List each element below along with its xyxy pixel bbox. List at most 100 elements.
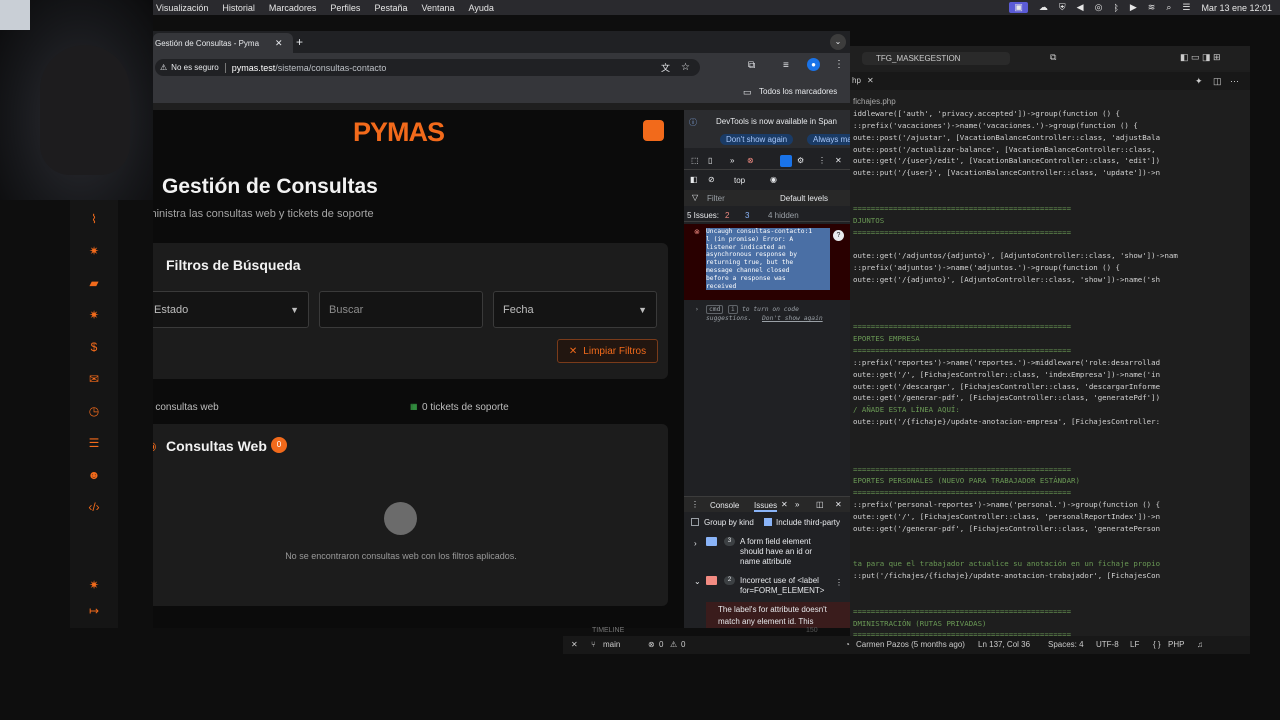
new-tab-button[interactable]: + <box>296 35 303 49</box>
code-line[interactable]: ::prefix('vacaciones')->name('vacaciones… <box>853 121 1138 130</box>
url-bar[interactable]: ⚠ No es seguro pymas.test /sistema/consu… <box>155 59 700 76</box>
mail-icon[interactable]: ✉ <box>86 371 102 387</box>
code-line[interactable]: oute::get('/', [FichajesController::clas… <box>853 370 1160 379</box>
close-tab-icon[interactable]: ✕ <box>867 76 874 85</box>
menu-visualizacion[interactable]: Visualización <box>156 3 208 13</box>
bluetooth-icon[interactable]: ᛒ <box>1113 3 1118 13</box>
media-icon[interactable]: ≡ <box>783 60 789 71</box>
shield-icon[interactable]: ⛨ <box>1059 2 1066 13</box>
tab-active[interactable]: Gestión de Consultas - Pyma ✕ <box>153 33 293 53</box>
clock-icon[interactable]: ◷ <box>86 403 102 419</box>
dollar-icon[interactable]: $ <box>86 339 102 355</box>
more-icon[interactable]: ⋯ <box>1230 76 1239 87</box>
menu-historial[interactable]: Historial <box>222 3 255 13</box>
code-line[interactable]: oute::post('/ajustar', [VacationBalanceC… <box>853 133 1160 142</box>
radio-icon[interactable]: ◎ <box>1095 2 1103 13</box>
tab-issues[interactable]: Issues <box>754 501 778 512</box>
cursor-position[interactable]: Ln 137, Col 36 <box>978 640 1030 649</box>
levels-select[interactable]: Default levels <box>780 194 828 203</box>
fecha-select[interactable]: Fecha ▼ <box>493 291 657 328</box>
code-line[interactable]: DJUNTOS <box>853 216 884 225</box>
code-line[interactable]: ::prefix('reportes')->name('reportes.')-… <box>853 358 1160 367</box>
more-tabs-icon[interactable]: » <box>730 156 734 165</box>
code-line[interactable]: ========================================… <box>853 346 1071 355</box>
code-line[interactable]: ta para que el trabajador actualice su a… <box>853 559 1160 568</box>
control-center-icon[interactable]: ☰ <box>1182 2 1190 13</box>
copilot-icon[interactable]: ⧉ <box>1050 52 1056 63</box>
info-icon[interactable]: ⚠ <box>160 63 167 72</box>
code-line[interactable]: oute::get('/generar-pdf', [FichajesContr… <box>853 393 1160 402</box>
command-center[interactable]: TFG_MASKEGESTION <box>862 52 1010 65</box>
branch-name[interactable]: main <box>603 640 620 649</box>
code-line[interactable]: ========================================… <box>853 322 1071 331</box>
code-line[interactable]: oute::get('/', [FichajesController::clas… <box>853 512 1160 521</box>
run-icon[interactable]: ✦ <box>1195 76 1203 87</box>
indentation[interactable]: Spaces: 4 <box>1048 640 1084 649</box>
encoding[interactable]: UTF-8 <box>1096 640 1119 649</box>
close-tab-icon[interactable]: ✕ <box>275 38 283 49</box>
code-line[interactable]: oute::get('/{adjunto}', [AdjuntoControll… <box>853 275 1160 284</box>
more-tabs-icon[interactable]: » <box>795 500 799 509</box>
clear-filters-button[interactable]: ✕ Limpiar Filtros <box>557 339 658 363</box>
code-line[interactable]: ========================================… <box>853 607 1071 616</box>
menu-ayuda[interactable]: Ayuda <box>469 3 494 13</box>
layout-icons[interactable]: ◧ ▭ ◨ ⊞ <box>1180 52 1221 63</box>
context-select[interactable]: top <box>734 176 745 185</box>
breadcrumb[interactable]: fichajes.php <box>853 97 896 106</box>
group-by-kind-checkbox[interactable] <box>691 518 699 526</box>
code-line[interactable]: oute::get('/descargar', [FichajesControl… <box>853 382 1160 391</box>
estado-select[interactable]: Estado ▼ <box>153 291 309 328</box>
sidebar-toggle-icon[interactable]: ◧ <box>690 175 698 184</box>
code-line[interactable]: oute::get('/{user}/edit', [VacationBalan… <box>853 156 1160 165</box>
code-line[interactable]: ========================================… <box>853 488 1071 497</box>
truck-icon[interactable]: ▰ <box>86 275 102 291</box>
hint-link[interactable]: Don't show again <box>762 315 823 322</box>
code-line[interactable]: oute::get('/adjuntos/{adjunto}', [Adjunt… <box>853 251 1178 260</box>
close-drawer-icon[interactable]: ✕ <box>835 500 842 509</box>
eol[interactable]: LF <box>1130 640 1139 649</box>
code-line[interactable]: oute::get('/generar-pdf', [FichajesContr… <box>853 524 1160 533</box>
drawer-menu-icon[interactable]: ⋮ <box>691 500 699 509</box>
code-line[interactable]: ::prefix('adjuntos')->name('adjuntos.')-… <box>853 263 1120 272</box>
menu-dots-icon[interactable]: ⋮ <box>834 59 844 70</box>
users-icon[interactable]: ☻ <box>86 467 102 483</box>
list-icon[interactable]: ☰ <box>86 435 102 451</box>
code-line[interactable]: DMINISTRACIÓN (RUTAS PRIVADAS) <box>853 619 987 628</box>
error-count-icon[interactable]: ⊗ <box>747 156 754 165</box>
settings-icon[interactable]: ✷ <box>86 577 102 593</box>
screen-record-icon[interactable]: ▣ <box>1009 2 1028 13</box>
code-line[interactable]: oute::post('/actualizar-balance', [Vacat… <box>853 145 1156 154</box>
file-tab[interactable]: hp <box>852 76 861 85</box>
volume-icon[interactable]: ◀ <box>1077 2 1084 13</box>
eye-icon[interactable]: ◉ <box>770 175 777 184</box>
filter-input[interactable]: Filter <box>707 194 725 203</box>
ai-icon[interactable] <box>780 155 792 167</box>
dock-icon[interactable]: ◫ <box>816 500 824 509</box>
minimap[interactable] <box>1190 108 1230 588</box>
logout-icon[interactable]: ↦ <box>86 603 102 619</box>
close-icon[interactable]: ✕ <box>835 156 842 165</box>
code-line[interactable]: oute::put('/{fichaje}/update-anotacion-e… <box>853 417 1160 426</box>
menu-perfiles[interactable]: Perfiles <box>330 3 360 13</box>
menu-pestana[interactable]: Pestaña <box>374 3 407 13</box>
cloud-icon[interactable]: ☁ <box>1039 2 1048 13</box>
clock[interactable]: Mar 13 ene 12:01 <box>1201 3 1272 13</box>
inspect-icon[interactable]: ⬚ <box>691 156 699 165</box>
code-line[interactable]: oute::put('/{user}', [VacationBalanceCon… <box>853 168 1160 177</box>
notification-icon[interactable] <box>643 120 664 141</box>
clear-icon[interactable]: ⊘ <box>708 175 715 184</box>
device-icon[interactable]: ▯ <box>708 156 712 165</box>
logo[interactable]: PYMAS <box>353 117 445 148</box>
settings-icon[interactable]: ⚙ <box>797 156 804 165</box>
dont-show-button[interactable]: Don't show again <box>720 134 794 145</box>
tab-console[interactable]: Console <box>710 501 739 510</box>
code-line[interactable]: EPORTES PERSONALES (NUEVO PARA TRABAJADO… <box>853 476 1080 485</box>
bookmark-star-icon[interactable]: ☆ <box>681 62 690 73</box>
chart-icon[interactable]: ⌇ <box>86 211 102 227</box>
play-icon[interactable]: ▶ <box>1130 2 1137 13</box>
branch-icon[interactable]: ⑂ <box>591 640 596 649</box>
code-line[interactable]: / AÑADE ESTA LÍNEA AQUÍ: <box>853 405 960 414</box>
menu-marcadores[interactable]: Marcadores <box>269 3 317 13</box>
code-line[interactable]: ::put('/fichajes/{fichaje}/update-anotac… <box>853 571 1160 580</box>
problems-icon[interactable]: ⊗ <box>648 640 655 649</box>
